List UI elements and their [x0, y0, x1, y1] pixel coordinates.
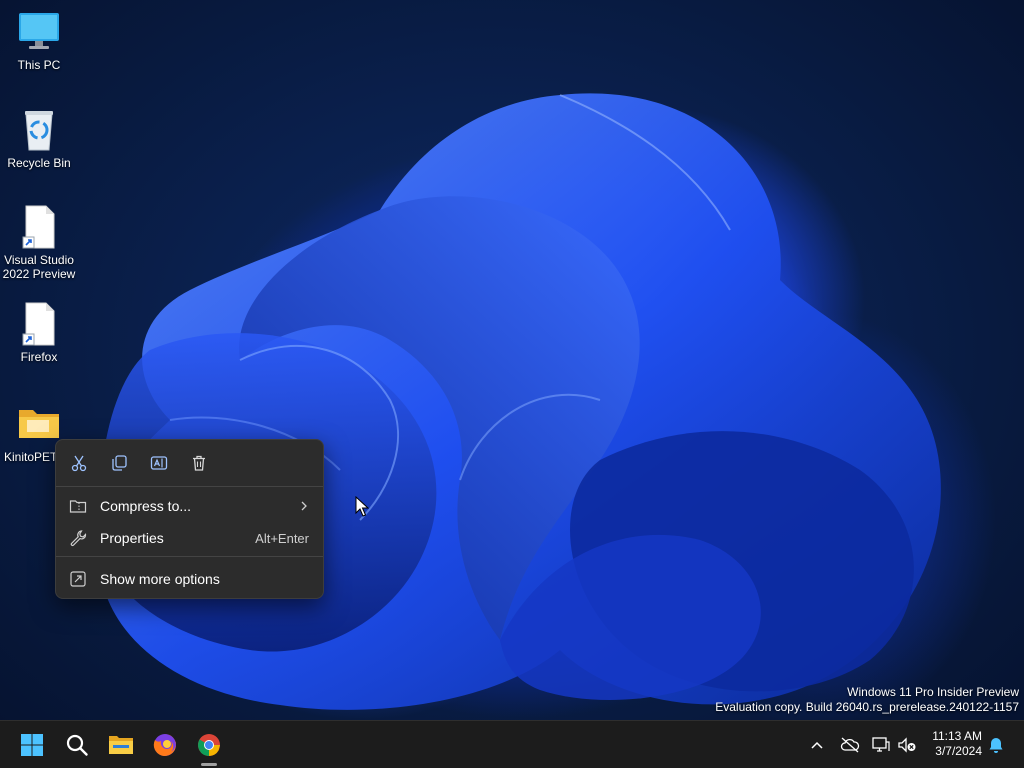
evaluation-watermark: Windows 11 Pro Insider Preview Evaluatio…: [715, 685, 1019, 715]
show-hidden-icons-button[interactable]: [806, 733, 828, 757]
menu-separator: [56, 556, 323, 557]
delete-button[interactable]: [188, 452, 210, 474]
chrome-icon: [198, 734, 220, 756]
clock-date: 3/7/2024: [935, 744, 982, 758]
desktop-icon-firefox[interactable]: Firefox: [0, 302, 78, 364]
desktop-icon-visual-studio[interactable]: Visual Studio 2022 Preview: [0, 205, 78, 281]
menu-item-label: Compress to...: [100, 498, 192, 514]
wrench-icon: [69, 529, 91, 547]
bell-icon: [989, 738, 1003, 753]
desktop-icon-label: This PC: [17, 58, 61, 72]
menu-item-properties[interactable]: Properties Alt+Enter: [60, 523, 319, 553]
cloud-off-icon: [840, 737, 860, 753]
windows-start-icon: [21, 734, 43, 756]
taskbar-clock[interactable]: 11:13 AM 3/7/2024: [926, 729, 982, 759]
desktop-icon-recycle-bin[interactable]: Recycle Bin: [0, 108, 78, 170]
menu-item-label: Properties: [100, 530, 164, 546]
network-button[interactable]: [870, 733, 892, 757]
chevron-right-icon: [299, 499, 309, 514]
zip-folder-icon: [69, 497, 91, 515]
rename-button[interactable]: [148, 452, 170, 474]
desktop-icon-label: Visual Studio 2022 Preview: [2, 253, 76, 281]
file-explorer-icon: [109, 736, 133, 754]
search-button[interactable]: [61, 729, 93, 761]
recycle-bin-icon: [17, 108, 61, 152]
desktop-icon-label: Recycle Bin: [7, 156, 71, 170]
more-options-icon: [69, 570, 91, 588]
menu-item-shortcut: Alt+Enter: [255, 530, 309, 546]
volume-button[interactable]: [896, 733, 918, 757]
watermark-line-1: Windows 11 Pro Insider Preview: [847, 685, 1019, 699]
clock-time: 11:13 AM: [932, 729, 982, 743]
this-pc-icon: [17, 10, 61, 54]
menu-item-show-more-options[interactable]: Show more options: [60, 564, 319, 594]
context-menu-quick-actions: [56, 440, 323, 487]
shortcut-file-icon: [17, 205, 61, 249]
menu-item-label: Show more options: [100, 571, 220, 587]
start-button[interactable]: [16, 729, 48, 761]
folder-icon: [17, 402, 61, 446]
wallpaper-bloom: [99, 93, 941, 710]
search-icon: [66, 734, 88, 756]
taskbar: [0, 720, 1024, 768]
notifications-button[interactable]: [985, 733, 1007, 757]
copy-icon: [112, 455, 127, 471]
desktop-icon-this-pc[interactable]: This PC: [0, 10, 78, 72]
taskbar-file-explorer[interactable]: [105, 729, 137, 761]
shortcut-file-icon: [17, 302, 61, 346]
desktop-background: [0, 0, 1024, 720]
scissors-icon: [71, 455, 87, 472]
copy-button[interactable]: [108, 452, 130, 474]
taskbar-chrome[interactable]: [193, 729, 225, 766]
menu-item-compress[interactable]: Compress to...: [60, 491, 319, 521]
desktop-icon-label: Firefox: [20, 350, 58, 364]
cut-button[interactable]: [68, 452, 90, 474]
firefox-icon: [153, 734, 176, 756]
trash-icon: [193, 455, 205, 471]
taskbar-firefox[interactable]: [149, 729, 181, 761]
watermark-line-2: Evaluation copy. Build 26040.rs_prerelea…: [715, 700, 1019, 714]
network-icon: [872, 737, 890, 752]
volume-muted-icon: [898, 737, 916, 753]
context-menu: Compress to... Properties Alt+Enter Show…: [55, 439, 324, 599]
rename-icon: [150, 456, 168, 470]
chevron-up-icon: [811, 741, 823, 749]
onedrive-button[interactable]: [839, 733, 861, 757]
mouse-cursor-icon: [355, 495, 370, 523]
